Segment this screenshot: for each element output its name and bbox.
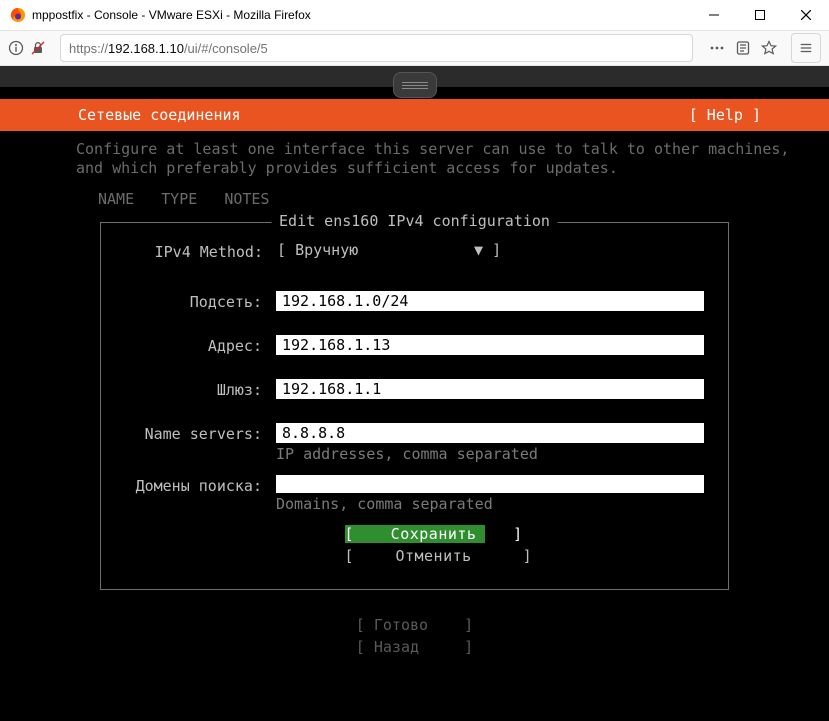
gateway-input[interactable]: 192.168.1.1 (276, 379, 704, 399)
minimize-button[interactable] (691, 0, 737, 30)
searchdomains-input[interactable] (276, 475, 704, 493)
address-input[interactable]: 192.168.1.13 (276, 335, 704, 355)
url-path: /ui/#/console/5 (184, 41, 268, 56)
url-host: 192.168.1.10 (108, 41, 184, 56)
desc-line-1: Configure at least one interface this se… (76, 140, 807, 159)
form-buttons: [ Сохранить ] [ Отменить ] (125, 525, 704, 565)
row-subnet: Подсеть: 192.168.1.0/24 (125, 291, 704, 311)
url-scheme: https:// (69, 41, 108, 56)
help-button[interactable]: [ Help ] (689, 106, 761, 124)
firefox-icon (10, 7, 26, 23)
window-controls (691, 0, 829, 30)
close-button[interactable] (783, 0, 829, 30)
subnet-label: Подсеть: (125, 291, 262, 311)
site-identity[interactable] (8, 40, 46, 56)
subnet-input[interactable]: 192.168.1.0/24 (276, 291, 704, 311)
nameservers-label: Name servers: (125, 423, 262, 443)
vmware-topbar (0, 66, 829, 87)
done-button[interactable]: [ Готово ] (356, 616, 473, 634)
save-button[interactable]: [ Сохранить ] (345, 525, 485, 543)
screen-title: Сетевые соединения (78, 106, 689, 124)
method-select[interactable]: [ Вручную ▼ ] (277, 241, 704, 259)
footer-buttons: [ Готово ] [ Назад ] (0, 616, 829, 656)
column-headers: NAME TYPE NOTES (0, 178, 829, 208)
console-handle[interactable] (393, 72, 437, 98)
gateway-label: Шлюз: (125, 379, 262, 399)
page-actions (709, 40, 777, 56)
screen-header: Сетевые соединения [ Help ] (0, 99, 829, 131)
app-menu-button[interactable] (791, 33, 821, 63)
row-gateway: Шлюз: 192.168.1.1 (125, 379, 704, 399)
method-value: Вручную (295, 241, 358, 259)
reader-view-icon[interactable] (735, 40, 751, 56)
chevron-down-icon: ▼ (474, 241, 483, 259)
ipv4-config-box: Edit ens160 IPv4 configuration IPv4 Meth… (100, 222, 729, 590)
col-type: TYPE (161, 190, 197, 208)
nameservers-input[interactable]: 8.8.8.8 (276, 423, 704, 443)
box-title: Edit ens160 IPv4 configuration (271, 212, 558, 230)
desc-line-2: and which preferably provides sufficient… (76, 159, 807, 178)
more-actions-icon[interactable] (709, 40, 725, 56)
lock-strike-icon (30, 40, 46, 56)
info-icon (8, 40, 24, 56)
back-button[interactable]: [ Назад ] (356, 638, 473, 656)
method-label: IPv4 Method: (125, 241, 263, 261)
nameservers-hint: IP addresses, comma separated (276, 445, 704, 463)
cancel-button[interactable]: [ Отменить ] (345, 547, 485, 565)
console-page: Сетевые соединения [ Help ] Configure at… (0, 66, 829, 721)
searchdomains-label: Домены поиска: (125, 475, 262, 495)
searchdomains-hint: Domains, comma separated (276, 495, 704, 513)
window-title: mppostfix - Console - VMware ESXi - Mozi… (32, 8, 311, 22)
col-notes: NOTES (224, 190, 269, 208)
col-name: NAME (98, 190, 134, 208)
row-method: IPv4 Method: [ Вручную ▼ ] (125, 241, 704, 261)
maximize-button[interactable] (737, 0, 783, 30)
row-address: Адрес: 192.168.1.13 (125, 335, 704, 355)
screen-description: Configure at least one interface this se… (0, 131, 829, 178)
row-searchdomains: Домены поиска: Domains, comma separated (125, 475, 704, 513)
address-label: Адрес: (125, 335, 262, 355)
row-nameservers: Name servers: 8.8.8.8 IP addresses, comm… (125, 423, 704, 463)
browser-toolbar: https:// 192.168.1.10 /ui/#/console/5 (0, 31, 829, 66)
url-bar[interactable]: https:// 192.168.1.10 /ui/#/console/5 (60, 34, 693, 62)
window-titlebar: mppostfix - Console - VMware ESXi - Mozi… (0, 0, 829, 31)
bookmark-star-icon[interactable] (761, 40, 777, 56)
